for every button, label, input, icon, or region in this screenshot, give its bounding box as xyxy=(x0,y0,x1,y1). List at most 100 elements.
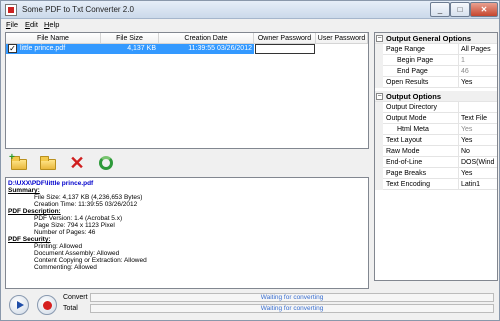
plus-icon: + xyxy=(9,152,15,163)
menu-edit[interactable]: Edit xyxy=(25,20,38,29)
pdf-security-heading: PDF Security: xyxy=(8,236,51,243)
maximize-button[interactable]: □ xyxy=(450,2,470,17)
prop-value[interactable]: Yes xyxy=(461,124,497,135)
play-icon xyxy=(17,301,24,309)
prop-page-breaks[interactable]: Page Breaks Yes xyxy=(375,168,497,179)
delete-button[interactable]: ✕ xyxy=(67,153,87,173)
category-title: Output General Options xyxy=(386,34,472,43)
prop-value[interactable]: 46 xyxy=(461,66,497,77)
prop-label: End-of-Line xyxy=(386,159,423,166)
prop-output-mode[interactable]: Output Mode Text File xyxy=(375,113,497,124)
prop-label: Output Mode xyxy=(386,115,427,122)
properties-panel: − Output General Options Page Range All … xyxy=(374,32,498,281)
prop-html-meta[interactable]: Html Meta Yes xyxy=(375,124,497,135)
column-file-size[interactable]: File Size xyxy=(101,33,159,44)
file-list-header: File Name File Size Creation Date Owner … xyxy=(6,33,368,44)
column-file-name[interactable]: File Name xyxy=(6,33,101,44)
column-creation-date[interactable]: Creation Date xyxy=(159,33,254,44)
stop-icon xyxy=(43,301,52,310)
prop-end-of-line[interactable]: End-of-Line DOS(Wind xyxy=(375,157,497,168)
prop-label: Html Meta xyxy=(397,126,429,133)
column-user-password[interactable]: User Password xyxy=(316,33,368,44)
progress-area: Convert Waiting for converting Total Wai… xyxy=(5,291,497,319)
prop-value[interactable]: Yes xyxy=(461,77,497,88)
prop-label: Output Directory xyxy=(386,104,437,111)
app-icon xyxy=(5,4,17,16)
close-button[interactable]: ✕ xyxy=(470,2,498,17)
prop-value[interactable]: Yes xyxy=(461,168,497,179)
prop-text-encoding[interactable]: Text Encoding Latin1 xyxy=(375,179,497,190)
convert-status: Waiting for converting xyxy=(260,294,324,301)
prop-label: Text Layout xyxy=(386,137,422,144)
prop-label: Raw Mode xyxy=(386,148,420,155)
cell-file-size: 4,137 KB xyxy=(127,45,156,52)
prop-begin-page[interactable]: Begin Page 1 xyxy=(375,55,497,66)
menu-bar: File Edit Help xyxy=(1,19,499,31)
category-output-options[interactable]: − Output Options xyxy=(375,91,497,102)
creation-time-detail: Creation Time: 11:39:55 03/26/2012 xyxy=(34,201,138,208)
prop-raw-mode[interactable]: Raw Mode No xyxy=(375,146,497,157)
prop-page-range[interactable]: Page Range All Pages xyxy=(375,44,497,55)
printing-detail: Printing: Allowed xyxy=(34,243,83,250)
stop-button[interactable] xyxy=(37,295,57,315)
prop-label: Begin Page xyxy=(397,57,434,64)
page-count-detail: Number of Pages: 46 xyxy=(34,229,96,236)
prop-value[interactable]: Latin1 xyxy=(461,179,497,190)
file-info-panel[interactable]: D:\UXX\PDF\little prince.pdf Summary: Fi… xyxy=(5,177,369,289)
content-copying-detail: Content Copying or Extraction: Allowed xyxy=(34,257,147,264)
file-path: D:\UXX\PDF\little prince.pdf xyxy=(8,180,94,187)
collapse-icon[interactable]: − xyxy=(376,93,383,100)
summary-heading: Summary: xyxy=(8,187,40,194)
owner-password-input[interactable] xyxy=(255,44,315,54)
toolbar: + ✕ xyxy=(5,151,369,175)
commenting-detail: Commenting: Allowed xyxy=(34,264,97,271)
category-general-options[interactable]: − Output General Options xyxy=(375,33,497,44)
prop-label: Page Range xyxy=(386,46,425,53)
prop-label: Open Results xyxy=(386,79,429,86)
convert-progress-bar: Waiting for converting xyxy=(90,293,494,302)
open-folder-icon xyxy=(40,156,56,170)
pdf-version-detail: PDF Version: 1.4 (Acrobat 5.x) xyxy=(34,215,123,222)
add-file-button[interactable]: + xyxy=(9,153,29,173)
convert-label: Convert xyxy=(63,294,88,301)
prop-label: Text Encoding xyxy=(386,181,430,188)
prop-value[interactable]: No xyxy=(461,146,497,157)
prop-end-page[interactable]: End Page 46 xyxy=(375,66,497,77)
prop-value[interactable]: DOS(Wind xyxy=(461,157,497,168)
table-row[interactable]: ✓ little prince.pdf 4,137 KB 11:39:55 03… xyxy=(6,44,368,54)
prop-output-directory[interactable]: Output Directory xyxy=(375,102,497,113)
app-window: Some PDF to Txt Converter 2.0 _ □ ✕ File… xyxy=(0,0,500,321)
start-convert-button[interactable] xyxy=(9,295,29,315)
minimize-button[interactable]: _ xyxy=(430,2,450,17)
prop-value[interactable]: Text File xyxy=(461,113,497,124)
prop-open-results[interactable]: Open Results Yes xyxy=(375,77,497,88)
prop-text-layout[interactable]: Text Layout Yes xyxy=(375,135,497,146)
prop-label: Page Breaks xyxy=(386,170,427,177)
open-folder-button[interactable] xyxy=(38,153,58,173)
category-title: Output Options xyxy=(386,92,441,101)
prop-value[interactable]: Yes xyxy=(461,135,497,146)
cell-file-name: little prince.pdf xyxy=(20,45,66,52)
collapse-icon[interactable]: − xyxy=(376,35,383,42)
page-size-detail: Page Size: 794 x 1123 Pixel xyxy=(34,222,115,229)
prop-label: End Page xyxy=(397,68,428,75)
clear-list-button[interactable] xyxy=(96,153,116,173)
row-checkbox[interactable]: ✓ xyxy=(8,44,17,53)
file-list[interactable]: File Name File Size Creation Date Owner … xyxy=(5,32,369,149)
prop-value[interactable]: 1 xyxy=(461,55,497,66)
prop-value[interactable]: All Pages xyxy=(461,44,497,55)
column-owner-password[interactable]: Owner Password xyxy=(254,33,316,44)
cell-creation-date: 11:39:55 03/26/2012 xyxy=(188,45,252,52)
file-size-detail: File Size: 4,137 KB (4,236,653 Bytes) xyxy=(34,194,143,201)
window-title: Some PDF to Txt Converter 2.0 xyxy=(22,5,134,14)
total-status: Waiting for converting xyxy=(260,305,324,312)
document-assembly-detail: Document Assembly: Allowed xyxy=(34,250,120,257)
total-label: Total xyxy=(63,305,78,312)
pdf-description-heading: PDF Description: xyxy=(8,208,61,215)
menu-help[interactable]: Help xyxy=(44,20,59,29)
total-progress-bar: Waiting for converting xyxy=(90,304,494,313)
title-bar[interactable]: Some PDF to Txt Converter 2.0 _ □ ✕ xyxy=(1,1,499,19)
menu-file[interactable]: File xyxy=(6,20,18,29)
clear-list-icon xyxy=(99,156,113,170)
cell-user-password[interactable] xyxy=(318,44,366,54)
